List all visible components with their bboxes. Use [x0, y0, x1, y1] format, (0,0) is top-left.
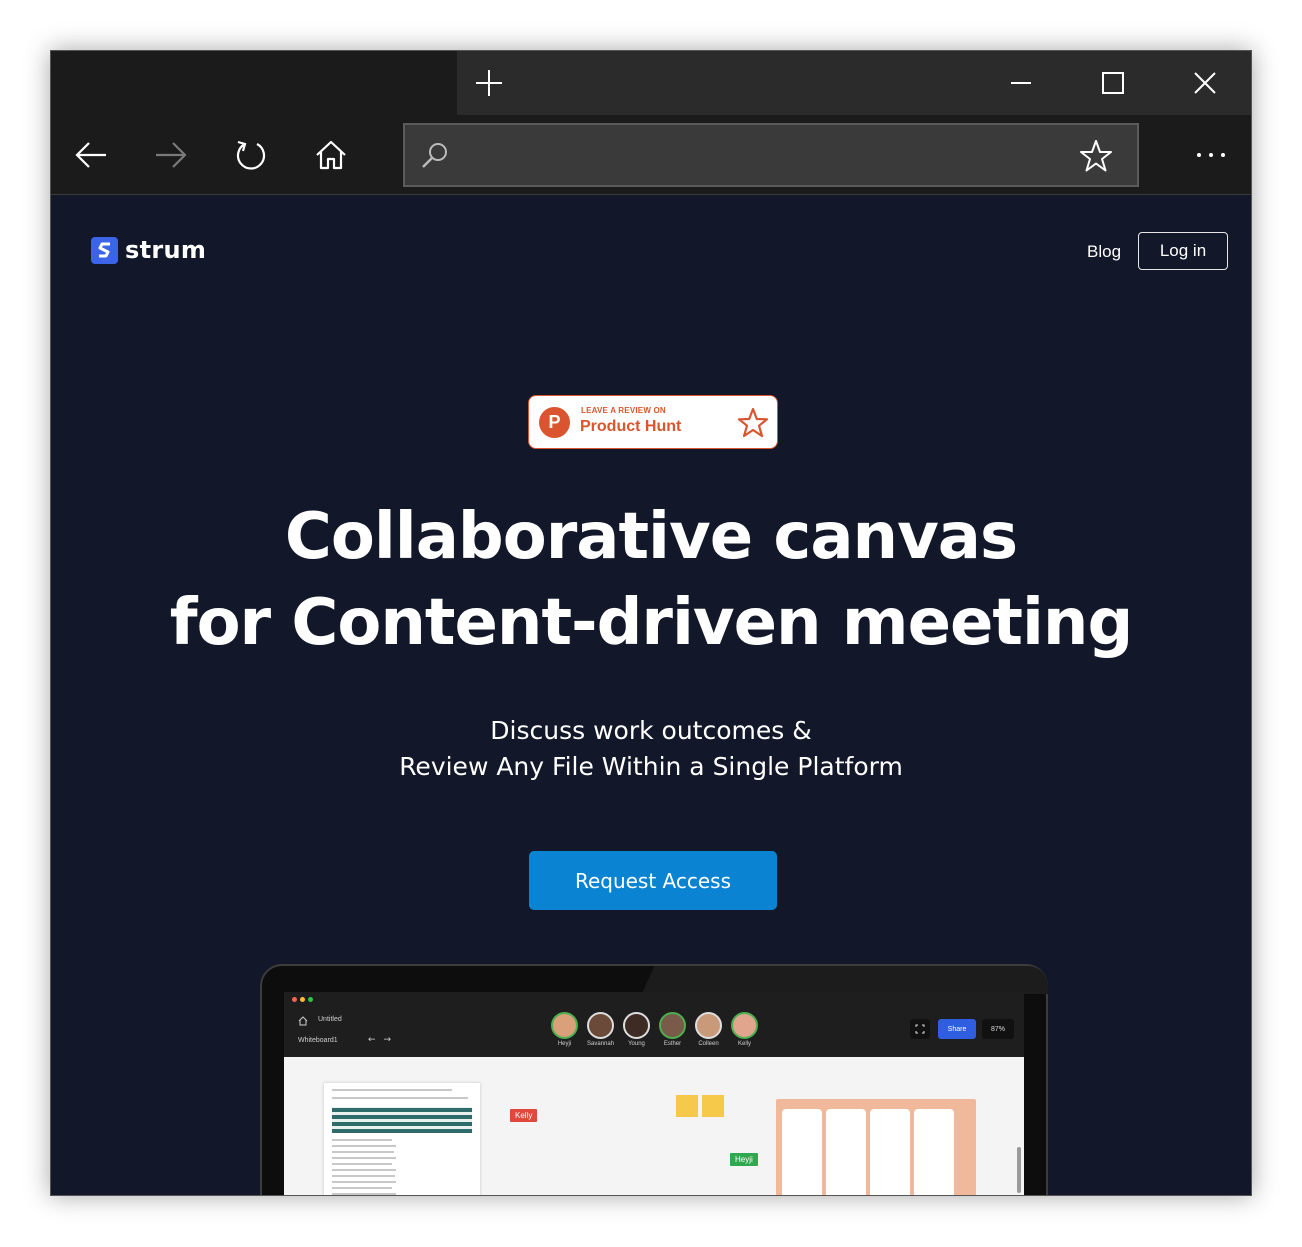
- sticky-note: [676, 1095, 698, 1117]
- site-logo[interactable]: strum: [91, 236, 206, 264]
- logo-text: strum: [125, 236, 207, 264]
- cursor-label-heyji: Heyji: [730, 1153, 758, 1166]
- participant-avatar: Kelly: [730, 1012, 759, 1047]
- login-button[interactable]: Log in: [1138, 232, 1228, 270]
- back-button[interactable]: [69, 133, 113, 177]
- refresh-button[interactable]: [229, 133, 273, 177]
- hero-subtitle-line-1: Discuss work outcomes &: [490, 716, 812, 745]
- hero-title-line-1: Collaborative canvas: [284, 500, 1018, 574]
- url-input[interactable]: [461, 135, 1061, 175]
- strum-logo-icon: [91, 236, 118, 264]
- home-icon: [298, 1016, 308, 1026]
- product-screenshot: Untitled Whiteboard1 ←→ Heyji Savannah Y…: [284, 992, 1024, 1195]
- blog-link[interactable]: Blog: [1087, 242, 1121, 262]
- refresh-icon: [236, 140, 266, 170]
- navigation-bar: [51, 115, 1251, 195]
- star-icon: [737, 407, 769, 438]
- app-doc-title: Untitled: [318, 1016, 342, 1023]
- product-hunt-badge[interactable]: P LEAVE A REVIEW ON Product Hunt: [528, 395, 778, 449]
- participant-avatar: Esther: [658, 1012, 687, 1047]
- app-nav-arrows-icon: ←→: [368, 1035, 400, 1045]
- search-icon: [419, 139, 451, 171]
- star-icon: [1080, 140, 1112, 172]
- mobile-design-preview: [776, 1099, 976, 1195]
- favorite-button[interactable]: [1077, 137, 1115, 175]
- forward-button[interactable]: [149, 133, 193, 177]
- minimize-button[interactable]: [997, 59, 1045, 107]
- document-table: [332, 1107, 472, 1133]
- app-share-button: Share: [938, 1019, 976, 1039]
- home-button[interactable]: [309, 133, 353, 177]
- maximize-icon: [1102, 72, 1124, 94]
- hero-subtitle: Discuss work outcomes & Review Any File …: [51, 713, 1251, 785]
- forward-arrow-icon: [156, 142, 187, 168]
- app-zoom-level: 87%: [982, 1019, 1014, 1039]
- participant-avatar: Savannah: [586, 1012, 615, 1047]
- maximize-button[interactable]: [1089, 59, 1137, 107]
- canvas-scrollbar: [1017, 1147, 1021, 1193]
- badge-caption: LEAVE A REVIEW ON: [581, 406, 666, 415]
- fit-screen-icon: [910, 1019, 930, 1039]
- product-hunt-logo-icon: P: [539, 407, 570, 438]
- screen-glare: [642, 966, 1048, 994]
- participant-avatar: Heyji: [550, 1012, 579, 1047]
- back-arrow-icon: [75, 142, 106, 168]
- close-button[interactable]: [1181, 59, 1229, 107]
- participant-list: Heyji Savannah Young Esther Colleen Kell…: [550, 1012, 759, 1047]
- hero-title: Collaborative canvas for Content-driven …: [51, 494, 1251, 666]
- minimize-icon: [1011, 82, 1031, 84]
- plus-icon: [476, 70, 502, 96]
- whiteboard-canvas: Kelly Heyji: [284, 1057, 1024, 1195]
- more-dots-icon: [1197, 153, 1225, 157]
- participant-avatar: Colleen: [694, 1012, 723, 1047]
- more-button[interactable]: [1189, 133, 1233, 177]
- request-access-button[interactable]: Request Access: [529, 851, 777, 910]
- title-bar: [51, 51, 1251, 115]
- document-preview: [324, 1083, 480, 1195]
- window-dots: [292, 997, 313, 1002]
- web-page: strum Blog Log in P LEAVE A REVIEW ON Pr…: [51, 196, 1251, 1195]
- home-icon: [316, 140, 346, 170]
- product-preview-laptop: Untitled Whiteboard1 ←→ Heyji Savannah Y…: [260, 964, 1048, 1195]
- new-tab-button[interactable]: [469, 63, 509, 103]
- app-board-name: Whiteboard1: [298, 1037, 338, 1044]
- badge-title: Product Hunt: [580, 418, 682, 435]
- app-toolbar: Untitled Whiteboard1 ←→ Heyji Savannah Y…: [284, 992, 1024, 1057]
- browser-window: strum Blog Log in P LEAVE A REVIEW ON Pr…: [50, 50, 1252, 1196]
- address-bar[interactable]: [403, 123, 1139, 187]
- sticky-note: [702, 1095, 724, 1117]
- hero-title-line-2: for Content-driven meeting: [169, 586, 1134, 660]
- cursor-label-kelly: Kelly: [510, 1109, 538, 1122]
- hero-subtitle-line-2: Review Any File Within a Single Platform: [399, 752, 903, 781]
- close-icon: [1194, 72, 1216, 94]
- participant-avatar: Young: [622, 1012, 651, 1047]
